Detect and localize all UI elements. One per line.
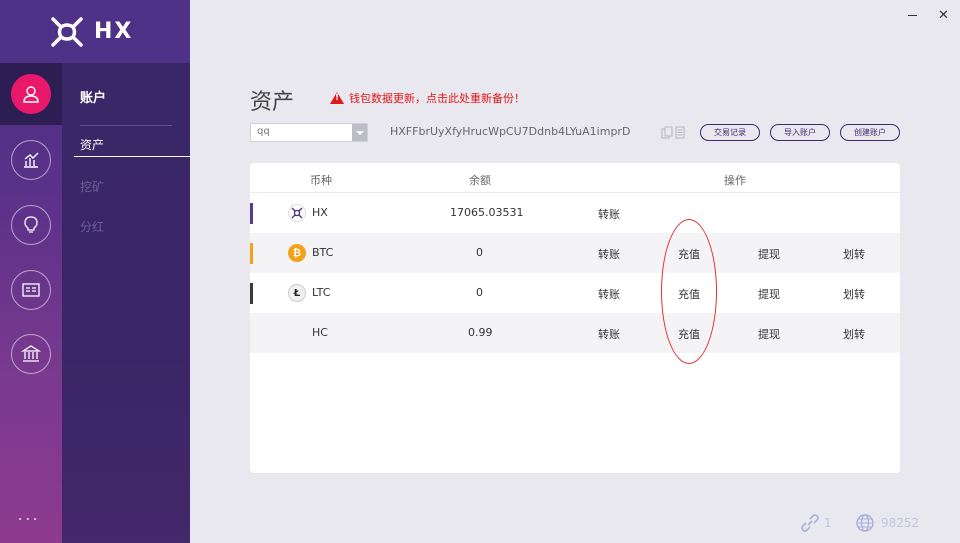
card-icon bbox=[22, 283, 40, 297]
bulb-icon bbox=[24, 216, 38, 233]
account-select[interactable]: qq bbox=[250, 123, 368, 142]
coin-balance: 17065.03531 bbox=[450, 206, 524, 219]
transfer-link[interactable]: 转账 bbox=[598, 286, 620, 302]
account-select-value: qq bbox=[257, 126, 270, 137]
sub-sidebar: 账户 资产 挖矿 分红 bbox=[62, 63, 190, 543]
backup-warning-text[interactable]: 钱包数据更新，点击此处重新备份！ bbox=[349, 90, 525, 106]
warning-icon bbox=[330, 92, 344, 104]
subnav-active-underline bbox=[74, 156, 190, 157]
page-title: 资产 bbox=[250, 90, 295, 115]
subnav-item-mining[interactable]: 挖矿 bbox=[80, 178, 104, 195]
asset-table: 币种 余额 操作 HX 17065.03531 转账 ₿ BTC 0 转账 充值… bbox=[250, 163, 900, 473]
withdraw-link[interactable]: 提现 bbox=[758, 246, 780, 262]
withdraw-link[interactable]: 提现 bbox=[758, 286, 780, 302]
chart-icon bbox=[24, 152, 39, 168]
transfer-link[interactable]: 转账 bbox=[598, 246, 620, 262]
account-address: HXFFbrUyXfyHrucWpCU7Ddnb4LYuA1imprD bbox=[390, 125, 631, 138]
table-row: HC 0.99 转账 充值 提现 划转 bbox=[250, 313, 900, 353]
move-link[interactable]: 划转 bbox=[843, 326, 865, 342]
table-row: Ł LTC 0 转账 充值 提现 划转 bbox=[250, 273, 900, 313]
tx-history-button[interactable]: 交易记录 bbox=[700, 124, 760, 141]
rail-more-icon[interactable]: ... bbox=[18, 508, 40, 524]
subnav-title: 账户 bbox=[80, 91, 107, 106]
coin-name: HC bbox=[312, 326, 328, 339]
transfer-link[interactable]: 转账 bbox=[598, 326, 620, 342]
ltc-coin-icon: Ł bbox=[288, 284, 306, 302]
subnav-item-dividend[interactable]: 分红 bbox=[80, 218, 104, 235]
coin-balance: 0.99 bbox=[468, 326, 493, 339]
import-account-button[interactable]: 导入账户 bbox=[770, 124, 830, 141]
rail-account-icon[interactable] bbox=[11, 74, 51, 114]
row-marker bbox=[250, 203, 253, 224]
move-link[interactable]: 划转 bbox=[843, 246, 865, 262]
close-button[interactable]: ✕ bbox=[938, 8, 949, 23]
row-marker bbox=[250, 283, 253, 304]
subnav-item-assets[interactable]: 资产 bbox=[80, 136, 104, 153]
rail-chart-icon[interactable] bbox=[11, 140, 51, 180]
hx-coin-icon bbox=[288, 204, 306, 222]
btc-coin-icon: ₿ bbox=[288, 244, 306, 262]
bank-icon bbox=[21, 345, 41, 362]
row-marker bbox=[250, 243, 253, 264]
transfer-link[interactable]: 转账 bbox=[598, 206, 620, 222]
table-header: 币种 余额 操作 bbox=[250, 163, 900, 193]
highlight-ellipse bbox=[661, 219, 717, 364]
coin-name: HX bbox=[312, 206, 328, 219]
user-icon bbox=[23, 86, 39, 103]
table-row: HX 17065.03531 转账 bbox=[250, 193, 900, 233]
hx-logo-icon bbox=[51, 16, 83, 47]
copy-icon[interactable] bbox=[661, 126, 685, 139]
move-link[interactable]: 划转 bbox=[843, 286, 865, 302]
header-ops: 操作 bbox=[724, 174, 746, 187]
chevron-down-icon[interactable] bbox=[352, 124, 367, 141]
logo-text: HX bbox=[94, 19, 134, 44]
coin-balance: 0 bbox=[476, 286, 483, 299]
withdraw-link[interactable]: 提现 bbox=[758, 326, 780, 342]
peer-count: 1 bbox=[824, 516, 832, 530]
rail-bulb-icon[interactable] bbox=[11, 205, 51, 245]
coin-name: BTC bbox=[312, 246, 334, 259]
link-icon bbox=[801, 514, 819, 532]
block-height: 98252 bbox=[881, 516, 920, 530]
coin-name: LTC bbox=[312, 286, 331, 299]
backup-warning[interactable]: 钱包数据更新，点击此处重新备份！ bbox=[330, 90, 525, 106]
header-balance: 余额 bbox=[469, 174, 491, 187]
globe-icon bbox=[856, 514, 874, 532]
coin-balance: 0 bbox=[476, 246, 483, 259]
rail-bank-icon[interactable] bbox=[11, 334, 51, 374]
rail-card-icon[interactable] bbox=[11, 270, 51, 310]
subnav-divider bbox=[80, 125, 172, 126]
logo-bar: HX bbox=[0, 0, 190, 63]
peer-status: 1 bbox=[800, 513, 832, 533]
table-row: ₿ BTC 0 转账 充值 提现 划转 bbox=[250, 233, 900, 273]
header-coin: 币种 bbox=[310, 174, 332, 187]
network-status: 98252 bbox=[855, 513, 919, 533]
minimize-button[interactable] bbox=[908, 15, 917, 16]
create-account-button[interactable]: 创建账户 bbox=[840, 124, 900, 141]
